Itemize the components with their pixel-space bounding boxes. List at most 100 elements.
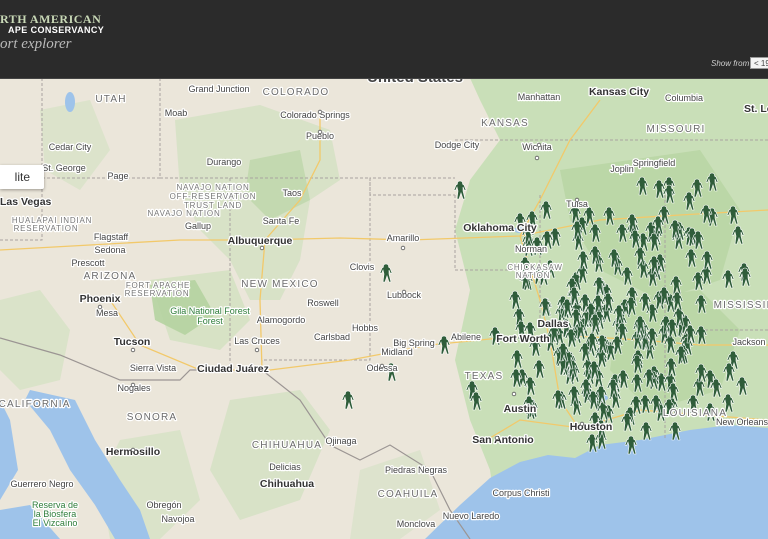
city-label: Piedras Negras [385, 465, 448, 475]
app-header: RTH AMERICAN APE CONSERVANCY ort explore… [0, 0, 768, 79]
state-label: COAHUILA [378, 489, 439, 500]
city-label: Corpus Christi [492, 488, 549, 498]
city-label: St. George [42, 163, 86, 173]
reservation-label: RESERVATION [125, 289, 190, 298]
city-label: Las Vegas [0, 196, 52, 208]
city-label: Clovis [350, 262, 375, 272]
state-label: COLORADO [263, 87, 330, 98]
city-dot [401, 289, 407, 295]
city-label: Prescott [71, 258, 105, 268]
state-label: UTAH [95, 94, 126, 105]
state-label: BAJA CALIFORNIA [0, 399, 71, 410]
logo-subtitle: APE CONSERVANCY [8, 25, 105, 35]
city-dot [534, 155, 540, 161]
city-label: Durango [207, 157, 242, 167]
city-label: Nuevo Laredo [443, 511, 500, 521]
city-label: Chihuahua [260, 478, 314, 490]
park-label: El Vizcaíno [33, 518, 78, 528]
city-label: Houston [570, 421, 613, 433]
city-label: Sierra Vista [130, 363, 176, 373]
city-label: Guerrero Negro [10, 479, 73, 489]
city-label: Wichita [522, 142, 552, 152]
city-label: Las Cruces [234, 336, 280, 346]
map-view[interactable]: United States UTAH COLORADO KANSAS MISSOURI A… [0, 78, 768, 539]
city-dot [317, 129, 323, 135]
city-label: Colorado Springs [280, 110, 350, 120]
state-label: SONORA [127, 412, 178, 423]
state-label: NEW MEXICO [241, 279, 319, 290]
city-dot [130, 382, 136, 388]
city-label: Alamogordo [257, 315, 306, 325]
logo-tagline: ort explorer [0, 36, 72, 52]
reservation-label: RESERVATION [14, 224, 79, 233]
reservation-label: NATION [516, 271, 550, 280]
city-label: Joplin [610, 164, 634, 174]
reservation-label: OFF-RESERVATION [170, 192, 257, 201]
city-label: Navojoa [161, 514, 194, 524]
city-dot [494, 435, 500, 441]
city-label: St. Louis [744, 103, 768, 115]
city-dot [130, 347, 136, 353]
city-dot [254, 347, 260, 353]
city-label: Norman [515, 244, 547, 254]
state-label: MISSOURI [646, 124, 705, 135]
park-label: Forest [197, 316, 223, 326]
city-label: New Orleans [716, 417, 768, 427]
city-label: Ciudad Juárez [197, 363, 269, 375]
city-dot [536, 142, 542, 148]
city-label: Page [107, 171, 128, 181]
city-label: Grand Junction [188, 84, 249, 94]
state-label: KANSAS [481, 118, 529, 129]
city-label: Jackson [732, 337, 765, 347]
map-type-satellite-button[interactable]: lite [0, 165, 44, 189]
city-label: Carlsbad [314, 332, 350, 342]
city-label: San Antonio [472, 434, 533, 446]
city-label: Monclova [397, 519, 436, 529]
city-label: Taos [282, 188, 302, 198]
city-label: Springfield [633, 158, 676, 168]
year-select[interactable]: < 19 [750, 57, 768, 69]
city-label: Roswell [307, 298, 339, 308]
city-dot [400, 245, 406, 251]
city-label: Sedona [94, 245, 125, 255]
reservation-label: NAVAJO NATION [147, 209, 220, 218]
city-label: Columbia [665, 93, 703, 103]
city-label: Albuquerque [228, 235, 293, 247]
city-label: Manhattan [518, 92, 561, 102]
city-label: Cedar City [49, 142, 92, 152]
city-label: Flagstaff [94, 232, 129, 242]
country-label: United States [367, 78, 463, 86]
city-label: Hobbs [352, 323, 379, 333]
city-label: Midland [381, 347, 413, 357]
state-label: TEXAS [465, 371, 504, 382]
city-label: Mesa [96, 308, 118, 318]
city-label: Amarillo [387, 233, 420, 243]
city-label: Ojinaga [325, 436, 356, 446]
city-dot [579, 421, 585, 427]
city-label: Santa Fe [263, 216, 300, 226]
state-label: MISSISSIPPI [714, 300, 768, 311]
city-dot [317, 109, 323, 115]
city-dot [379, 363, 385, 369]
city-label: Dodge City [435, 140, 480, 150]
state-label: CHIHUAHUA [252, 440, 322, 451]
map-canvas[interactable]: United States UTAH COLORADO KANSAS MISSOURI A… [0, 78, 768, 539]
city-label: Obregón [146, 500, 181, 510]
city-label: Fort Worth [496, 333, 549, 345]
city-label: Abilene [451, 332, 481, 342]
city-dot [130, 447, 136, 453]
city-dot [259, 245, 265, 251]
city-label: Kansas City [589, 86, 649, 98]
city-label: Moab [165, 108, 188, 118]
reservation-label: NAVAJO NATION [176, 183, 249, 192]
city-dot [574, 197, 580, 203]
city-label: Delicias [269, 462, 301, 472]
city-label: Tucson [114, 336, 151, 348]
city-label: Phoenix [80, 293, 121, 305]
city-label: Oklahoma City [463, 222, 537, 234]
city-dot [97, 304, 103, 310]
show-from-label: Show from [711, 59, 750, 68]
city-dot [511, 391, 517, 397]
city-label: Austin [504, 403, 537, 415]
city-label: Dallas [538, 318, 569, 330]
